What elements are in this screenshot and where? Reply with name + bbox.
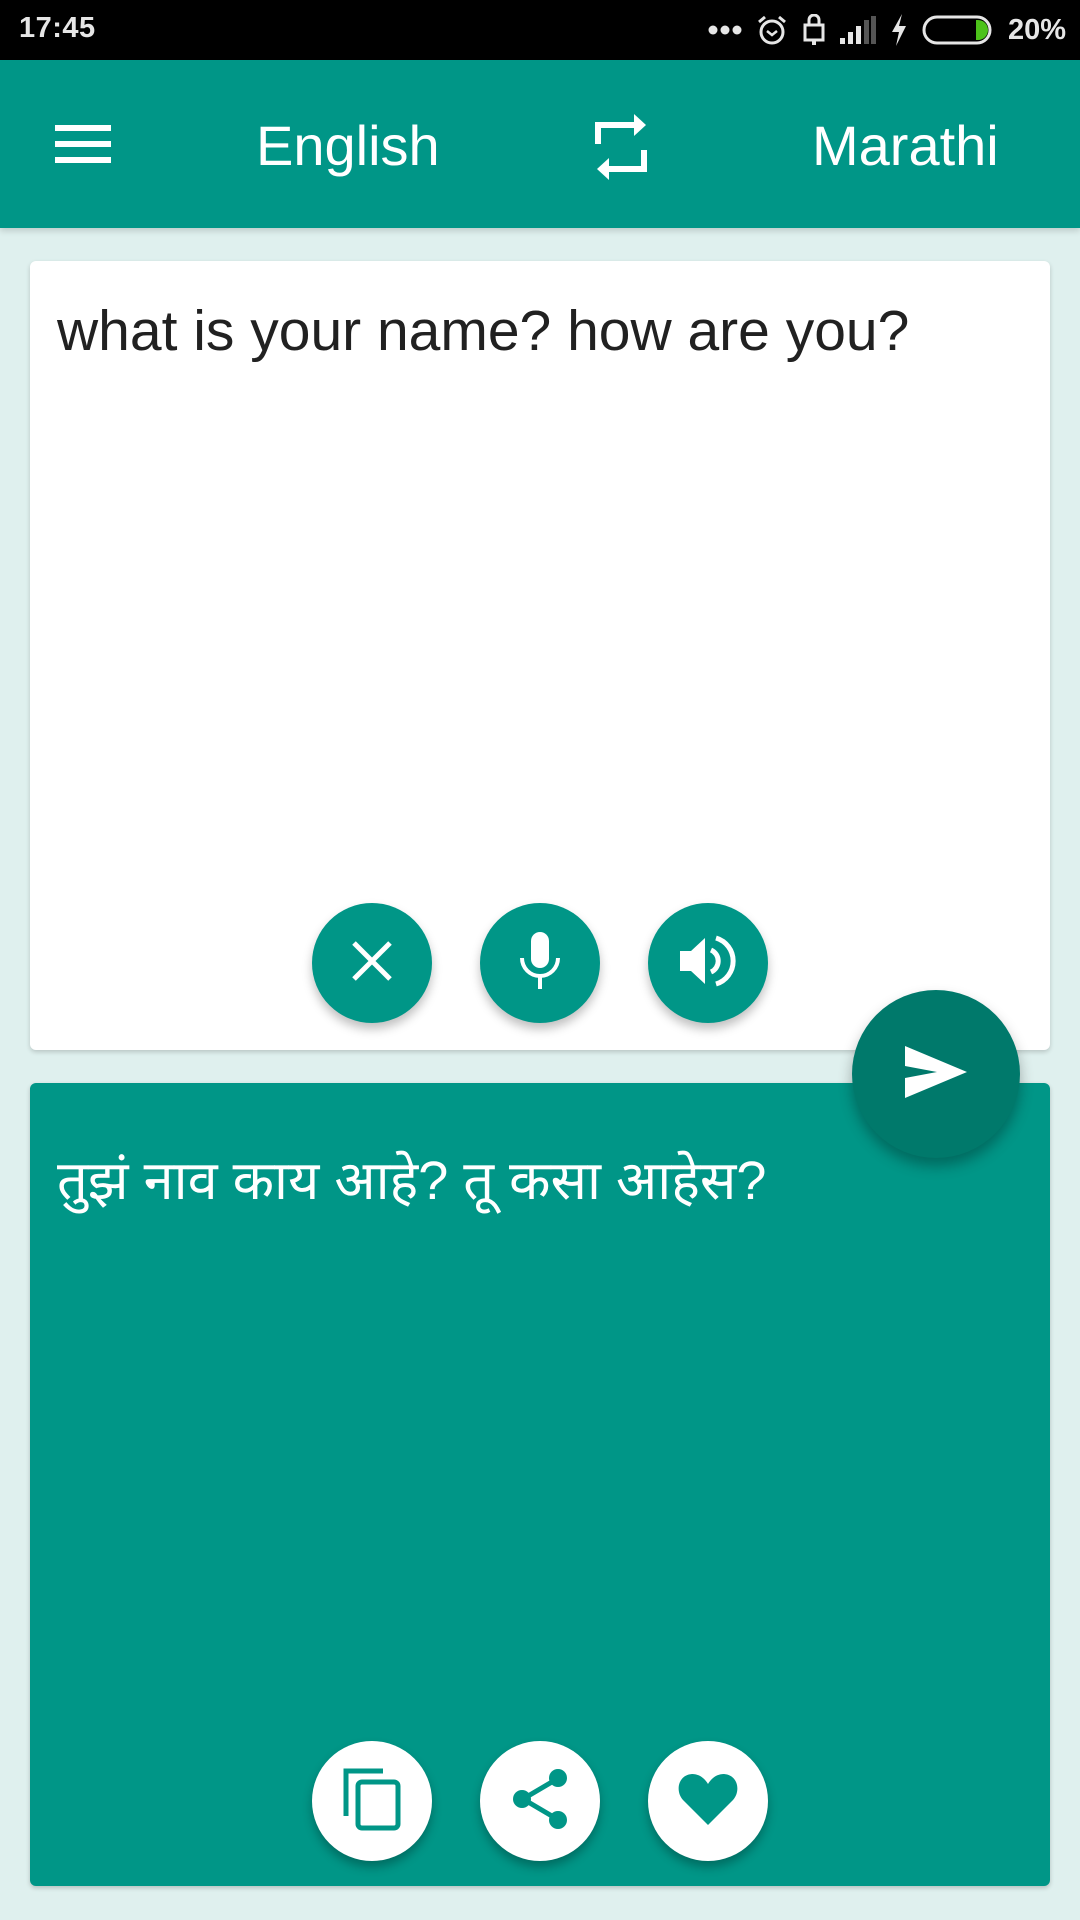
- speak-button[interactable]: [648, 903, 768, 1023]
- app-bar: English Marathi: [0, 60, 1080, 228]
- close-icon: [347, 936, 397, 991]
- status-bar: 17:45 20%: [0, 0, 1080, 60]
- status-time: 17:45: [19, 12, 96, 44]
- share-icon: [509, 1768, 571, 1835]
- swap-languages-icon: [585, 114, 665, 190]
- battery-icon: [922, 15, 994, 45]
- speaker-icon: [678, 932, 738, 995]
- favorite-button[interactable]: [648, 1741, 768, 1861]
- translated-text: तुझं नाव काय आहे? तू कसा आहेस?: [57, 1151, 767, 1211]
- menu-button[interactable]: [44, 110, 124, 180]
- source-text-input[interactable]: what is your name? how are you?: [57, 297, 1023, 365]
- microphone-icon: [517, 930, 563, 997]
- alarm-icon: [756, 14, 788, 46]
- input-card: what is your name? how are you?: [30, 261, 1050, 1050]
- microphone-button[interactable]: [480, 903, 600, 1023]
- source-language-selector[interactable]: English: [256, 114, 440, 178]
- signal-icon: [839, 16, 876, 44]
- clear-button[interactable]: [312, 903, 432, 1023]
- copy-icon: [341, 1766, 403, 1837]
- more-dots-icon: [708, 24, 742, 36]
- send-icon: [903, 1044, 969, 1105]
- hamburger-menu-icon: [44, 125, 124, 184]
- status-icons: 20%: [708, 0, 1066, 60]
- copy-button[interactable]: [312, 1741, 432, 1861]
- lock-icon: [802, 14, 826, 46]
- heart-icon: [677, 1771, 739, 1832]
- output-card: तुझं नाव काय आहे? तू कसा आहेस?: [30, 1083, 1050, 1886]
- target-language-selector[interactable]: Marathi: [812, 114, 999, 178]
- swap-languages-button[interactable]: [585, 110, 665, 186]
- charging-icon: [890, 14, 908, 46]
- translate-button[interactable]: [852, 990, 1020, 1158]
- battery-percent: 20%: [1007, 13, 1066, 46]
- share-button[interactable]: [480, 1741, 600, 1861]
